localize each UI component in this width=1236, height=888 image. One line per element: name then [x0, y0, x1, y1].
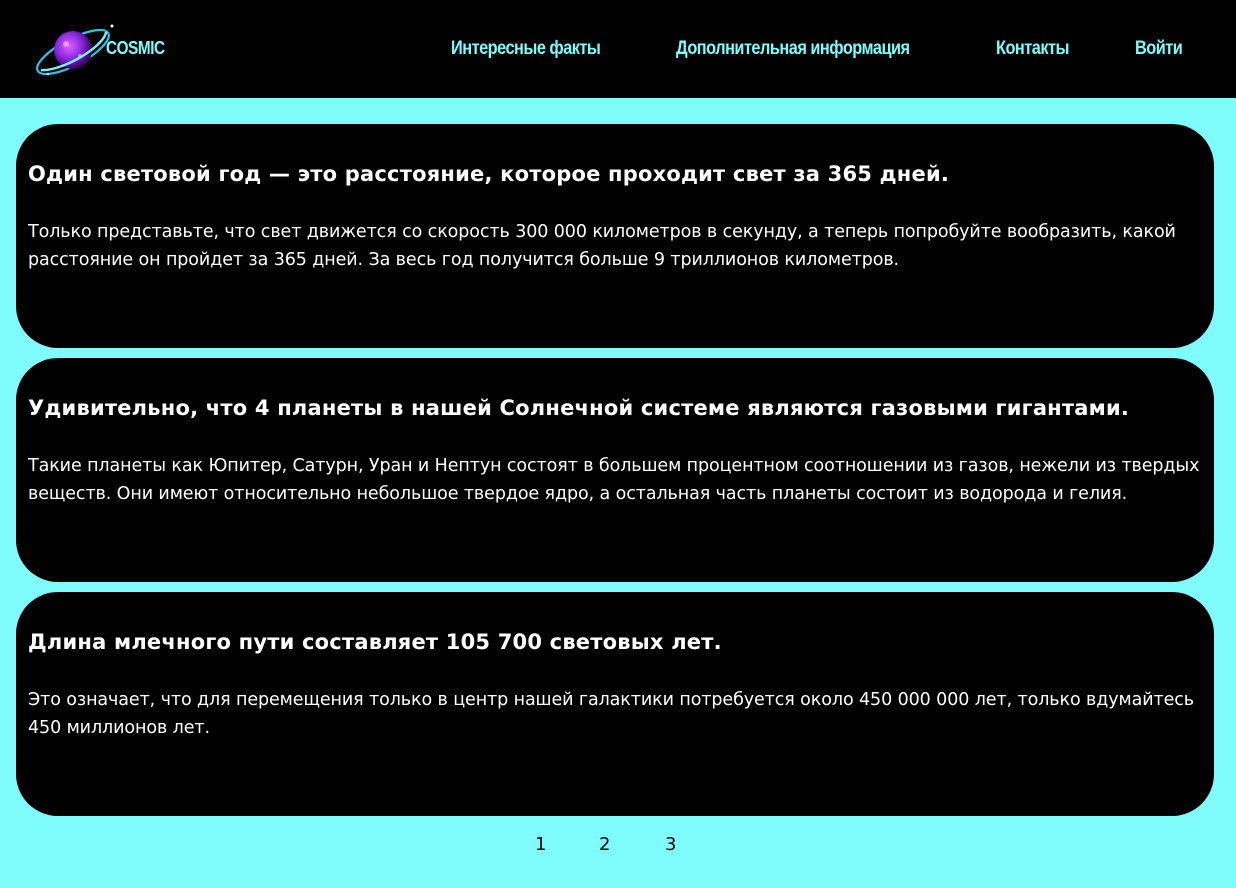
- nav-link-more-info[interactable]: Дополнительная информация: [676, 38, 910, 60]
- nav-link-facts[interactable]: Интересные факты: [451, 38, 601, 60]
- page-link-3[interactable]: 3: [665, 834, 676, 855]
- fact-card: Один световой год — это расстояние, кото…: [16, 124, 1214, 348]
- page-link-2[interactable]: 2: [599, 834, 610, 855]
- nav-link-contacts[interactable]: Контакты: [996, 38, 1069, 60]
- nav-link-login[interactable]: Войти: [1135, 38, 1183, 60]
- fact-text: Такие планеты как Юпитер, Сатурн, Уран и…: [28, 456, 1200, 504]
- brand-name: COSMIC: [106, 38, 165, 58]
- fact-text: Только представьте, что свет движется со…: [28, 222, 1176, 270]
- fact-title: Длина млечного пути составляет 105 700 с…: [28, 630, 722, 654]
- fact-card: Длина млечного пути составляет 105 700 с…: [16, 592, 1214, 816]
- fact-card: Удивительно, что 4 планеты в нашей Солне…: [16, 358, 1214, 582]
- fact-text: Это означает, что для перемещения только…: [28, 690, 1194, 738]
- fact-title: Удивительно, что 4 планеты в нашей Солне…: [28, 396, 1130, 420]
- page-link-1[interactable]: 1: [535, 834, 546, 855]
- fact-title: Один световой год — это расстояние, кото…: [28, 162, 950, 186]
- site-header: COSMIC Интересные факты Дополнительная и…: [0, 0, 1236, 98]
